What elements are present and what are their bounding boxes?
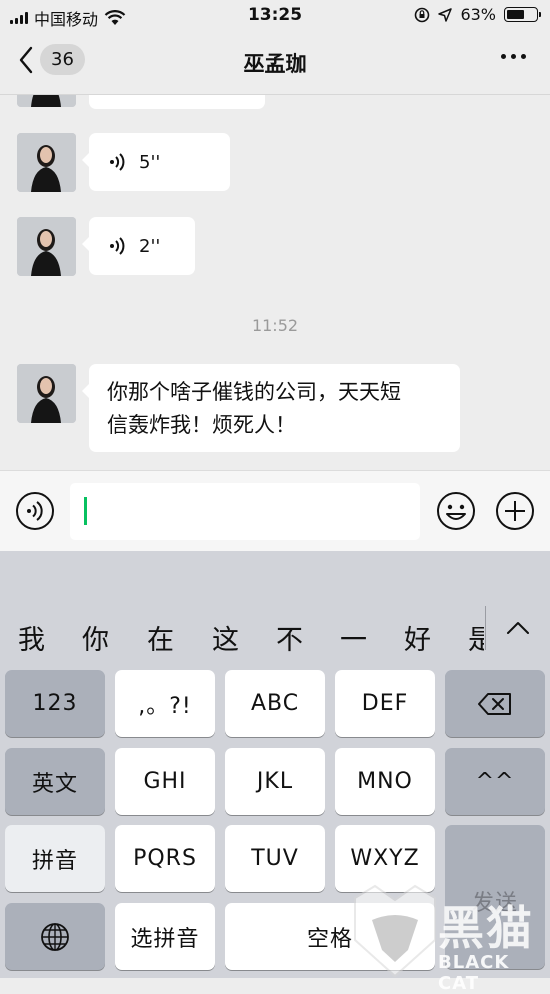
message-list[interactable]: 5'' 2'' 11:52 你那个啥子催钱的公司，天天短 信轰炸我！烦死人！ <box>0 95 550 470</box>
voice-wave-icon <box>110 153 125 171</box>
battery-fill <box>507 10 524 19</box>
contact-avatar[interactable] <box>17 95 76 107</box>
key-emoticon[interactable]: ^^ <box>445 748 545 815</box>
key-ghi[interactable]: GHI <box>115 748 215 815</box>
candidate-word[interactable]: 这 <box>212 618 239 657</box>
candidate-word[interactable]: 好 <box>404 618 431 657</box>
input-bar <box>0 470 550 551</box>
voice-input-button[interactable] <box>15 491 55 531</box>
contact-avatar[interactable] <box>17 217 76 276</box>
key-123[interactable]: 123 <box>5 670 105 737</box>
candidate-word[interactable]: 你 <box>82 618 109 657</box>
cat-logo-icon <box>354 884 436 978</box>
candidate-word[interactable]: 在 <box>147 618 174 657</box>
candidate-word[interactable]: 一 <box>340 618 367 657</box>
globe-key[interactable] <box>5 903 105 970</box>
black-cat-watermark: 黑猫 BLACK CAT <box>350 880 550 994</box>
battery-icon <box>504 7 541 22</box>
voice-message[interactable]: 5'' <box>82 133 230 191</box>
message-line: 信轰炸我！烦死人！ <box>107 413 296 437</box>
battery-percent: 63% <box>460 5 496 24</box>
voice-wave-icon <box>110 237 125 255</box>
smiley-icon <box>437 492 475 530</box>
more-button[interactable] <box>501 54 526 59</box>
candidate-word[interactable]: 我 <box>18 618 45 657</box>
plus-circle-icon <box>496 492 534 530</box>
key-mno[interactable]: MNO <box>335 748 435 815</box>
key-def[interactable]: DEF <box>335 670 435 737</box>
chevron-up-icon[interactable] <box>506 620 530 636</box>
watermark-cn: 黑猫 <box>438 901 534 955</box>
chat-header: 36 巫孟珈 <box>0 32 550 95</box>
status-right: 63% <box>414 5 541 24</box>
candidate-word[interactable]: 不 <box>276 618 303 657</box>
chat-title: 巫孟珈 <box>243 52 307 76</box>
key-english[interactable]: 英文 <box>5 748 105 815</box>
message-text: 你那个啥子催钱的公司，天天短 信轰炸我！烦死人！ <box>89 364 460 454</box>
more-dot-icon <box>501 54 506 59</box>
emoji-button[interactable] <box>436 491 476 531</box>
voice-duration: 5'' <box>139 151 161 173</box>
text-message[interactable]: 你那个啥子催钱的公司，天天短 信轰炸我！烦死人！ <box>82 364 460 454</box>
key-tuv[interactable]: TUV <box>225 825 325 892</box>
watermark-en: BLACK CAT <box>438 952 510 994</box>
voice-message[interactable]: 2'' <box>82 217 195 275</box>
key-pqrs[interactable]: PQRS <box>115 825 215 892</box>
message-timestamp: 11:52 <box>251 316 299 335</box>
status-bar: 中国移动 13:25 63% <box>0 0 550 32</box>
voice-icon <box>16 492 54 530</box>
text-cursor <box>84 497 87 525</box>
key-punctuation[interactable]: ,。?! <box>115 670 215 737</box>
key-pinyin[interactable]: 拼音 <box>5 825 105 892</box>
backspace-key[interactable] <box>445 670 545 737</box>
message-line: 你那个啥子催钱的公司，天天短 <box>107 380 401 404</box>
candidate-divider <box>485 606 486 650</box>
key-select-pinyin[interactable]: 选拼音 <box>115 903 215 970</box>
more-dot-icon <box>511 54 516 59</box>
contact-avatar[interactable] <box>17 364 76 423</box>
key-abc[interactable]: ABC <box>225 670 325 737</box>
candidate-bar: 我 你 在 这 不 一 好 是 <box>0 598 550 670</box>
key-jkl[interactable]: JKL <box>225 748 325 815</box>
contact-avatar[interactable] <box>17 133 76 192</box>
backspace-icon <box>478 692 511 715</box>
voice-duration: 2'' <box>139 235 161 257</box>
location-icon <box>438 7 453 22</box>
message-bubble[interactable] <box>89 95 265 109</box>
globe-icon <box>41 922 69 951</box>
more-dot-icon <box>521 54 526 59</box>
more-functions-button[interactable] <box>495 491 535 531</box>
orientation-lock-icon <box>415 7 430 22</box>
candidate-word[interactable]: 是 <box>468 618 484 657</box>
message-input[interactable] <box>70 483 420 540</box>
